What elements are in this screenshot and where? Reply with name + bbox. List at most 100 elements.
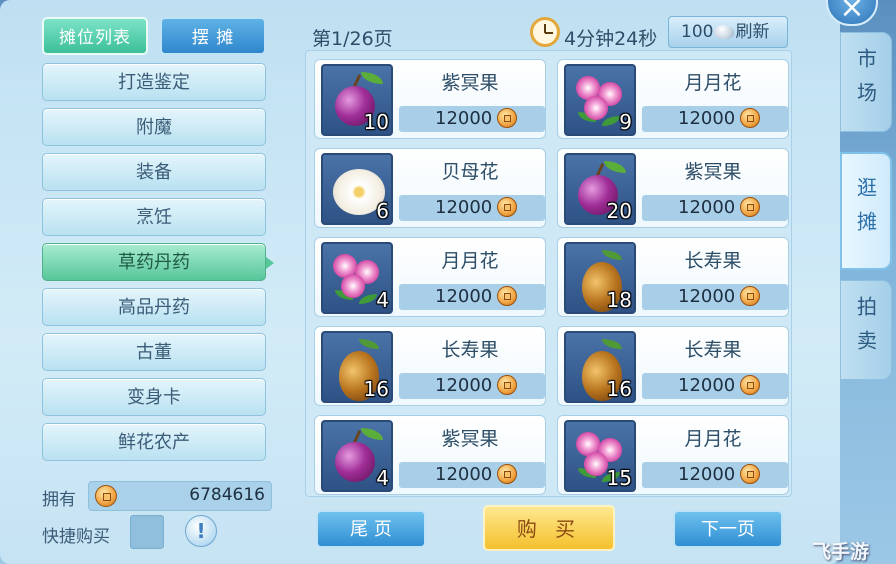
coin-icon [497,197,517,217]
category-button[interactable]: 高品丹药 [42,288,266,326]
own-label: 拥有 [42,490,76,510]
item-name: 长寿果 [684,250,742,272]
item-quantity: 18 [606,288,632,312]
item-quantity: 16 [363,377,389,401]
price-bar: 12000 [642,462,788,488]
item-card[interactable]: 9 月月花 12000 [557,59,789,139]
item-card[interactable]: 10 紫冥果 12000 [314,59,546,139]
item-plum-icon: 20 [564,153,636,225]
side-tab[interactable]: 市场 [840,32,892,132]
item-price: 12000 [435,464,493,485]
price-bar: 12000 [642,284,788,310]
item-card[interactable]: 4 月月花 12000 [314,237,546,317]
item-white-icon: 6 [321,153,393,225]
quick-buy-label: 快捷购买 [42,527,110,547]
item-price: 12000 [678,464,736,485]
side-tab[interactable]: 逛摊 [840,152,892,270]
coin-icon [497,286,517,306]
item-plum-icon: 10 [321,64,393,136]
item-name: 月月花 [441,250,499,272]
category-button[interactable]: 鲜花农产 [42,423,266,461]
refresh-label: 刷新 [735,22,770,42]
price-bar: 12000 [642,373,788,399]
refresh-button[interactable]: 100 刷新 [668,16,788,48]
item-card[interactable]: 15 月月花 12000 [557,415,789,495]
tab-set-stall[interactable]: 摆 摊 [160,17,266,55]
coin-icon [497,108,517,128]
own-currency-box: 6784616 [88,481,272,511]
item-name: 紫冥果 [441,72,499,94]
price-bar: 12000 [399,462,545,488]
item-gourd-icon: 16 [321,331,393,403]
item-card[interactable]: 16 长寿果 12000 [314,326,546,406]
item-quantity: 4 [376,288,389,312]
clock-icon [530,17,560,47]
item-price: 12000 [678,375,736,396]
quick-buy-checkbox[interactable] [130,515,164,549]
category-button[interactable]: 附魔 [42,108,266,146]
price-bar: 12000 [642,106,788,132]
item-plum-icon: 4 [321,420,393,492]
item-flower-icon: 9 [564,64,636,136]
item-quantity: 15 [606,466,632,490]
coin-icon [95,485,117,507]
item-name: 月月花 [684,428,742,450]
item-card[interactable]: 16 长寿果 12000 [557,326,789,406]
category-button[interactable]: 打造鉴定 [42,63,266,101]
item-card[interactable]: 20 紫冥果 12000 [557,148,789,228]
watermark: 飞手游 [812,541,870,563]
own-value: 6784616 [189,485,265,505]
item-gourd-icon: 16 [564,331,636,403]
item-gourd-icon: 18 [564,242,636,314]
buy-button[interactable]: 购 买 [483,505,615,551]
tab-stall-list[interactable]: 摊位列表 [42,17,148,55]
item-quantity: 6 [376,199,389,223]
price-bar: 12000 [399,284,545,310]
info-icon[interactable]: ! [185,515,217,547]
coin-icon [740,286,760,306]
price-bar: 12000 [399,106,545,132]
silver-icon [714,25,735,39]
coin-icon [497,375,517,395]
last-page-button[interactable]: 尾 页 [316,510,426,548]
item-price: 12000 [678,197,736,218]
item-name: 长寿果 [684,339,742,361]
coin-icon [740,197,760,217]
item-quantity: 16 [606,377,632,401]
category-button[interactable]: 草药丹药 [42,243,274,281]
item-name: 长寿果 [441,339,499,361]
item-name: 月月花 [684,72,742,94]
item-name: 贝母花 [441,161,499,183]
item-card[interactable]: 4 紫冥果 12000 [314,415,546,495]
item-price: 12000 [435,197,493,218]
item-grid: 10 紫冥果 12000 9 月月花 12000 6 贝母花 12000 20 紫冥果 12000 4 月… [305,50,792,497]
item-card[interactable]: 18 长寿果 12000 [557,237,789,317]
item-flower-icon: 15 [564,420,636,492]
item-quantity: 9 [619,110,632,134]
item-card[interactable]: 6 贝母花 12000 [314,148,546,228]
category-button[interactable]: 烹饪 [42,198,266,236]
price-bar: 12000 [399,195,545,221]
item-flower-icon: 4 [321,242,393,314]
item-quantity: 10 [363,110,389,134]
item-price: 12000 [435,286,493,307]
category-button[interactable]: 装备 [42,153,266,191]
item-price: 12000 [678,286,736,307]
refresh-cost: 100 [681,22,714,42]
item-quantity: 20 [606,199,632,223]
item-price: 12000 [435,108,493,129]
next-page-button[interactable]: 下一页 [673,510,783,548]
category-button[interactable]: 变身卡 [42,378,266,416]
side-tab[interactable]: 拍卖 [840,280,892,380]
coin-icon [740,464,760,484]
item-name: 紫冥果 [684,161,742,183]
item-price: 12000 [435,375,493,396]
price-bar: 12000 [399,373,545,399]
page-indicator: 第1/26页 [312,28,393,50]
category-button[interactable]: 古董 [42,333,266,371]
coin-icon [497,464,517,484]
coin-icon [740,108,760,128]
coin-icon [740,375,760,395]
item-quantity: 4 [376,466,389,490]
refresh-timer: 4分钟24秒 [564,28,658,50]
